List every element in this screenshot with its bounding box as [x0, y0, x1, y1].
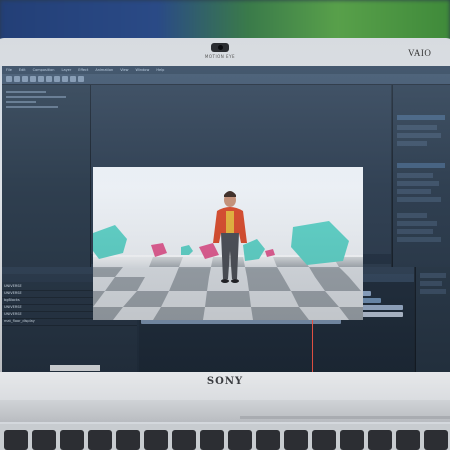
pan-tool-icon[interactable] — [46, 76, 52, 82]
vaio-logo: VAIO — [408, 48, 432, 58]
preview-render — [93, 167, 363, 320]
layer-name: UNIVERSE — [4, 312, 22, 316]
keyboard-key — [200, 430, 224, 450]
layer-name: mat_floor_display — [4, 319, 35, 323]
layer-name: UNIVERSE — [4, 291, 22, 295]
panel-header — [397, 163, 445, 168]
effects-panel — [392, 85, 450, 267]
app-toolbar — [2, 74, 450, 85]
keyboard-key — [312, 430, 336, 450]
webcam-lens — [218, 45, 223, 50]
panel-row[interactable] — [397, 125, 437, 130]
keyboard-key — [424, 430, 448, 450]
layer-row[interactable]: mat_floor_display — [2, 319, 137, 326]
keyboard-key — [116, 430, 140, 450]
pen-tool-icon[interactable] — [62, 76, 68, 82]
info-panel — [415, 267, 450, 372]
project-item[interactable] — [6, 101, 36, 103]
type-tool-icon[interactable] — [70, 76, 76, 82]
keyboard-key — [144, 430, 168, 450]
panel-row[interactable] — [397, 237, 441, 242]
sony-logo: SONY — [206, 376, 244, 387]
camera-tool-icon[interactable] — [38, 76, 44, 82]
layer-name: UNIVERSE — [4, 305, 22, 309]
panel-row[interactable] — [397, 213, 427, 218]
project-item[interactable] — [6, 96, 66, 98]
layer-name: bgBlocks — [4, 298, 20, 302]
panel-row[interactable] — [397, 221, 437, 226]
menu-view[interactable]: View — [120, 68, 128, 72]
panel-row[interactable] — [397, 189, 431, 194]
zoom-tool-icon[interactable] — [22, 76, 28, 82]
panel-row[interactable] — [397, 133, 441, 138]
panel-row — [420, 281, 442, 286]
layer-name: UNIVERSE — [4, 284, 22, 288]
keyboard-key — [368, 430, 392, 450]
keyboard-key — [256, 430, 280, 450]
panel-row — [420, 273, 446, 278]
panel-row[interactable] — [397, 173, 433, 178]
taskbar-tab[interactable] — [50, 365, 100, 371]
panel-row — [420, 289, 446, 294]
menu-composition[interactable]: Composition — [33, 68, 55, 72]
app-menubar: File Edit Composition Layer Effect Anima… — [2, 66, 450, 74]
panel-row[interactable] — [397, 141, 427, 146]
menu-effect[interactable]: Effect — [78, 68, 88, 72]
laptop-screen: File Edit Composition Layer Effect Anima… — [2, 66, 450, 372]
rotate-tool-icon[interactable] — [30, 76, 36, 82]
project-item[interactable] — [6, 91, 46, 93]
menu-edit[interactable]: Edit — [19, 68, 26, 72]
panel-row[interactable] — [397, 181, 439, 186]
project-panel — [2, 85, 91, 267]
keyboard-key — [32, 430, 56, 450]
keyboard-key — [172, 430, 196, 450]
shape-tool-icon[interactable] — [54, 76, 60, 82]
hand-tool-icon[interactable] — [14, 76, 20, 82]
keyboard-key — [60, 430, 84, 450]
menu-window[interactable]: Window — [136, 68, 150, 72]
keyboard-key — [284, 430, 308, 450]
hinge-vent — [240, 416, 450, 419]
keyboard-key — [88, 430, 112, 450]
panel-header — [397, 115, 445, 120]
project-item[interactable] — [6, 106, 58, 108]
menu-layer[interactable]: Layer — [62, 68, 72, 72]
keyboard-key — [396, 430, 420, 450]
webcam-caption: MOTION EYE — [204, 54, 236, 59]
panel-row[interactable] — [397, 197, 441, 202]
keyboard-key — [340, 430, 364, 450]
menu-file[interactable]: File — [6, 68, 12, 72]
selection-tool-icon[interactable] — [6, 76, 12, 82]
panel-row[interactable] — [397, 229, 433, 234]
brush-tool-icon[interactable] — [78, 76, 84, 82]
menu-animation[interactable]: Animation — [95, 68, 113, 72]
composition-preview — [93, 167, 363, 320]
photo-scene: MOTION EYE VAIO File Edit Composition La… — [0, 0, 450, 450]
keyboard-key — [228, 430, 252, 450]
keyboard-key — [4, 430, 28, 450]
menu-help[interactable]: Help — [156, 68, 164, 72]
